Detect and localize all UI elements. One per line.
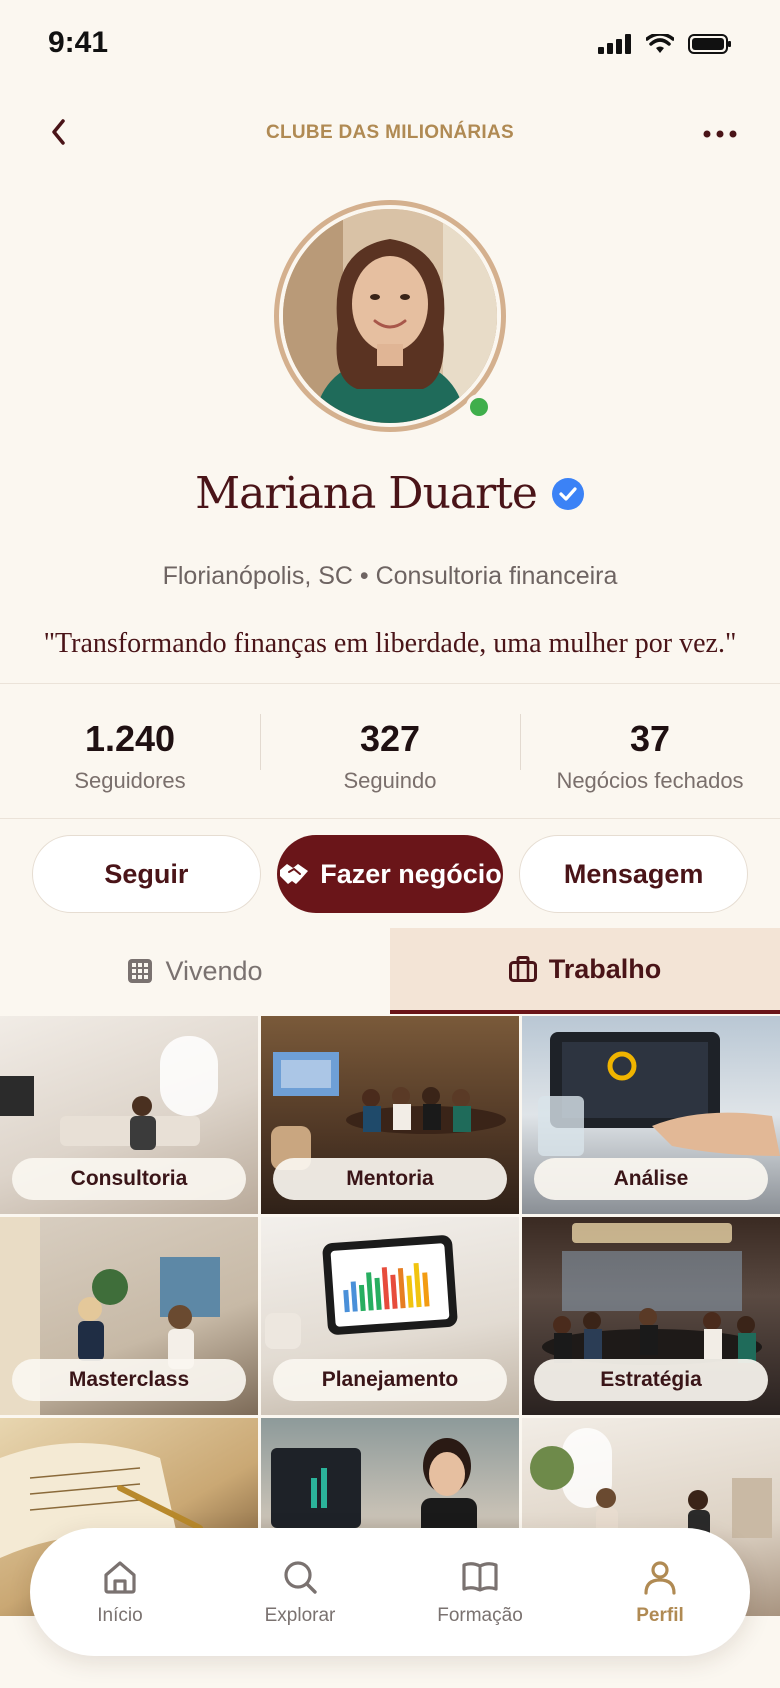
grid-tile-planejamento[interactable]: Planejamento — [261, 1217, 519, 1415]
home-icon — [104, 1561, 136, 1594]
nav-label: Formação — [437, 1605, 523, 1626]
grid-tile-estrategia[interactable]: Estratégia — [522, 1217, 780, 1415]
search-icon — [284, 1561, 317, 1594]
grid-icon — [128, 959, 153, 983]
grid-tile-masterclass[interactable]: Masterclass — [0, 1217, 258, 1415]
profile-tabs: Vivendo Trabalho — [0, 928, 780, 1014]
page-title: CLUBE DAS MILIONÁRIAS — [265, 122, 515, 143]
tile-label: Planejamento — [273, 1359, 507, 1401]
status-bar: 9:41 — [0, 0, 780, 90]
status-icons — [598, 34, 732, 54]
bottom-nav: Início Explorar Formação Perfil — [30, 1528, 750, 1656]
profile-actions: Seguir Fazer negócio Mensagem — [32, 835, 749, 913]
briefcase-icon — [508, 956, 537, 982]
online-status-dot — [466, 394, 492, 420]
make-deal-button[interactable]: Fazer negócio — [276, 835, 504, 913]
stat-label: Seguindo — [343, 768, 437, 793]
user-icon — [644, 1561, 676, 1595]
nav-header: CLUBE DAS MILIONÁRIAS — [0, 100, 780, 166]
profile-name-row: Mariana Duarte — [0, 468, 780, 519]
stat-following[interactable]: 327 Seguindo — [260, 684, 520, 818]
tab-vivendo[interactable]: Vivendo — [0, 928, 390, 1014]
message-button[interactable]: Mensagem — [519, 835, 749, 913]
stat-label: Negócios fechados — [556, 768, 744, 793]
grid-tile-consultoria[interactable]: Consultoria — [0, 1016, 258, 1214]
stat-deals-closed[interactable]: 37 Negócios fechados — [520, 684, 780, 818]
nav-item-formacao[interactable]: Formação — [390, 1557, 570, 1627]
message-button-label: Mensagem — [563, 858, 704, 889]
nav-label: Início — [97, 1605, 143, 1626]
follow-button[interactable]: Seguir — [32, 835, 261, 913]
profile-quote: "Transformando finanças em liberdade, um… — [43, 628, 737, 659]
work-photo-grid: Consultoria Mentoria Análise Masterclass… — [0, 1016, 780, 1616]
stat-value: 327 — [359, 718, 421, 759]
stat-value: 37 — [629, 718, 671, 759]
stat-value: 1.240 — [84, 718, 176, 759]
tile-label: Mentoria — [273, 1158, 507, 1200]
nav-item-perfil[interactable]: Perfil — [570, 1557, 750, 1627]
battery-icon — [688, 34, 731, 54]
tab-label: Trabalho — [548, 953, 662, 984]
profile-meta: Florianópolis, SC • Consultoria financei… — [162, 562, 618, 590]
tab-trabalho[interactable]: Trabalho — [390, 928, 780, 1014]
tile-label: Masterclass — [12, 1359, 246, 1401]
avatar — [283, 209, 497, 423]
nav-item-explorar[interactable]: Explorar — [210, 1557, 390, 1627]
grid-tile-mentoria[interactable]: Mentoria — [261, 1016, 519, 1214]
stat-label: Seguidores — [74, 768, 186, 793]
signal-icon — [598, 34, 631, 54]
tab-label: Vivendo — [165, 955, 263, 986]
nav-item-inicio[interactable]: Início — [30, 1557, 210, 1627]
more-options-button[interactable] — [698, 114, 742, 154]
make-deal-label: Fazer negócio — [320, 858, 502, 889]
tile-label: Estratégia — [534, 1359, 768, 1401]
nav-label: Perfil — [636, 1605, 684, 1626]
book-icon — [462, 1562, 498, 1592]
avatar-portrait — [283, 209, 497, 423]
more-icon — [703, 130, 737, 138]
tile-label: Consultoria — [12, 1158, 246, 1200]
profile-stats: 1.240 Seguidores 327 Seguindo 37 Negócio… — [0, 683, 780, 819]
stat-followers[interactable]: 1.240 Seguidores — [0, 684, 260, 818]
profile-name: Mariana Duarte — [195, 468, 538, 519]
wifi-icon — [646, 34, 674, 53]
verified-badge-icon — [551, 477, 584, 510]
handshake-icon — [280, 864, 309, 884]
nav-label: Explorar — [264, 1605, 336, 1626]
grid-tile-analise[interactable]: Análise — [522, 1016, 780, 1214]
follow-button-label: Seguir — [104, 858, 189, 889]
status-time: 9:41 — [48, 26, 109, 59]
tile-label: Análise — [534, 1158, 768, 1200]
